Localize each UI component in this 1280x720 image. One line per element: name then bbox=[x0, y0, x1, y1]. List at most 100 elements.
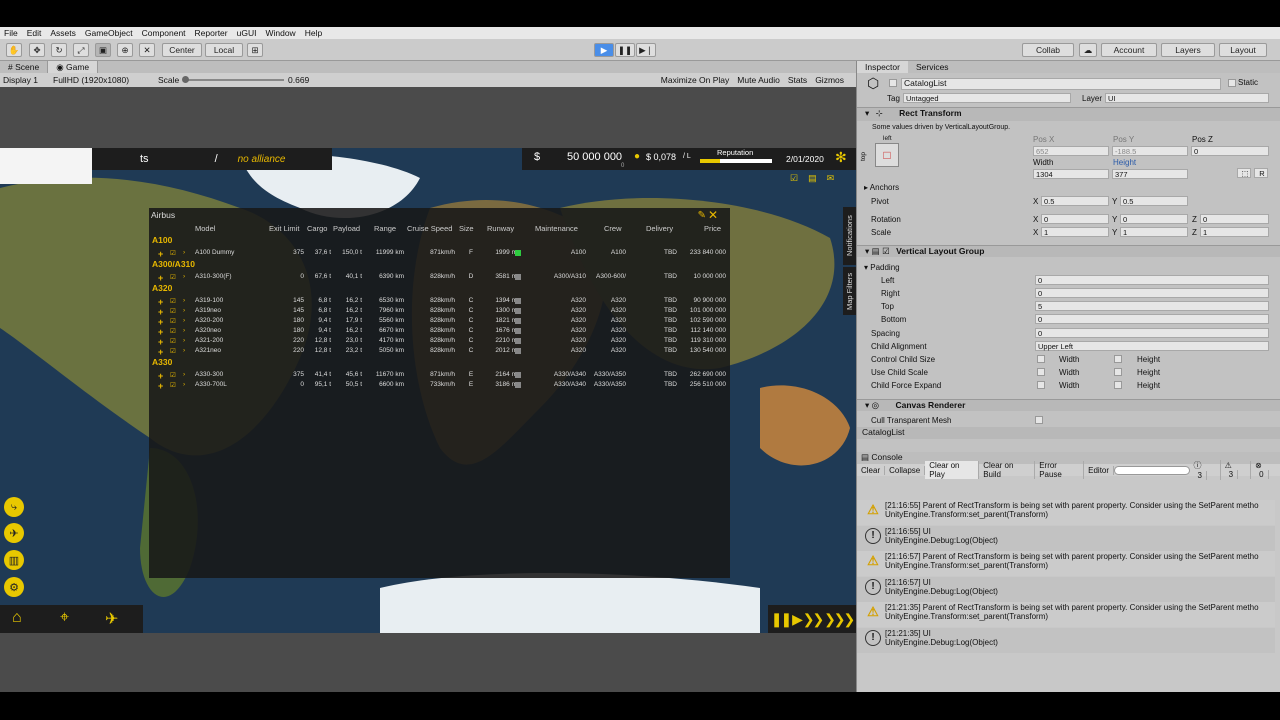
anchor-preset-button[interactable]: □ bbox=[875, 143, 899, 167]
edit-icon[interactable]: ☑ bbox=[170, 381, 176, 389]
padding-left-field[interactable]: 0 bbox=[1035, 275, 1269, 285]
pivot-y-field[interactable]: 0.5 bbox=[1120, 196, 1188, 206]
edit-icon[interactable]: ☑ bbox=[170, 273, 176, 281]
width-field[interactable]: 1304 bbox=[1033, 169, 1109, 179]
console-collapse-button[interactable]: Collapse bbox=[885, 465, 926, 475]
edit-icon[interactable]: ☑ bbox=[170, 347, 176, 355]
chevron-right-icon[interactable]: › bbox=[183, 327, 185, 334]
menu-item-reporter[interactable]: Reporter bbox=[195, 28, 228, 38]
add-plus-icon[interactable]: + bbox=[158, 249, 163, 259]
pivot-x-field[interactable]: 0.5 bbox=[1041, 196, 1109, 206]
menu-item-gameobject[interactable]: GameObject bbox=[85, 28, 133, 38]
game-view[interactable]: ts / no alliance $ 50 000 000 0 ● $ 0,07… bbox=[0, 87, 856, 692]
column-header-cargo[interactable]: Cargo bbox=[307, 224, 327, 233]
ctrl-width-checkbox[interactable] bbox=[1037, 355, 1045, 363]
table-row[interactable]: + ☑ › A320-200 180 9,4 t 17,9 t 5560 km 828km/h C… bbox=[149, 316, 730, 327]
tag-dropdown[interactable]: Untagged bbox=[903, 93, 1071, 103]
anchors-foldout[interactable]: ▸ Anchors bbox=[864, 183, 899, 192]
cloud-icon[interactable]: ☁ bbox=[1079, 43, 1097, 57]
table-row[interactable]: + ☑ › A321-200 220 12,8 t 23,0 t 4170 km 828km/h… bbox=[149, 336, 730, 347]
edit-icon[interactable]: ☑ bbox=[170, 371, 176, 379]
canvas-renderer-header[interactable]: ▾ ◎ Canvas Renderer bbox=[857, 399, 1280, 411]
edit-icon[interactable]: ☑ bbox=[170, 297, 176, 305]
book-icon[interactable]: ▥ bbox=[4, 550, 24, 570]
layers-dropdown[interactable]: Layers bbox=[1161, 43, 1215, 57]
table-row[interactable]: + ☑ › A100 Dummy 375 37,6 t 150,0 t 11999 km 871… bbox=[149, 248, 730, 259]
check-icon[interactable]: ☑ bbox=[790, 173, 798, 187]
console-clear-on-play-button[interactable]: Clear on Play bbox=[925, 461, 980, 479]
console-clear-on-build-button[interactable]: Clear on Build bbox=[979, 461, 1036, 479]
add-plus-icon[interactable]: + bbox=[158, 273, 163, 283]
pivot-local-button[interactable]: Local bbox=[205, 43, 243, 57]
tab-services[interactable]: Services bbox=[908, 61, 957, 73]
table-row[interactable]: + ☑ › A319-100 145 6,8 t 16,2 t 6530 km 828km/h C… bbox=[149, 296, 730, 307]
expand-width-checkbox[interactable] bbox=[1037, 381, 1045, 389]
menu-item-assets[interactable]: Assets bbox=[50, 28, 76, 38]
mail-icon[interactable]: ✉ bbox=[827, 173, 835, 187]
menu-item-ugui[interactable]: uGUI bbox=[237, 28, 257, 38]
column-header-model[interactable]: Model bbox=[195, 224, 215, 233]
move-tool-icon[interactable]: ✥ bbox=[29, 43, 45, 57]
factory-icon[interactable]: ⌂ bbox=[12, 609, 22, 627]
column-header-maintenance[interactable]: Maintenance bbox=[535, 224, 578, 233]
chevron-right-icon[interactable]: › bbox=[183, 337, 185, 344]
console-log-entry[interactable]: ! [21:21:35] UI UnityEngine.Debug:Log(Obje… bbox=[857, 627, 1275, 653]
menu-item-window[interactable]: Window bbox=[265, 28, 295, 38]
settings-gear-icon[interactable]: ✻ bbox=[835, 149, 847, 166]
mute-audio-toggle[interactable]: Mute Audio bbox=[737, 75, 780, 85]
posz-field[interactable]: 0 bbox=[1191, 146, 1269, 156]
column-header-exit-limit[interactable]: Exit Limit bbox=[269, 224, 299, 233]
console-log-entry[interactable]: ⚠ [21:21:35] Parent of RectTransform is b… bbox=[857, 602, 1275, 627]
pin-icon[interactable]: ✎ bbox=[698, 210, 706, 221]
table-row[interactable]: + ☑ › A330-300 375 41,4 t 45,6 t 11670 km 871km/… bbox=[149, 370, 730, 381]
rotation-x-field[interactable]: 0 bbox=[1041, 214, 1109, 224]
child-alignment-dropdown[interactable]: Upper Left bbox=[1035, 341, 1269, 351]
height-field[interactable]: 377 bbox=[1112, 169, 1188, 179]
table-row[interactable]: + ☑ › A310-300(F) 0 67,6 t 40,1 t 6390 km 828km/… bbox=[149, 272, 730, 283]
chevron-right-icon[interactable]: › bbox=[183, 317, 185, 324]
chevron-right-icon[interactable]: › bbox=[183, 347, 185, 354]
transform-tool-icon[interactable]: ⊕ bbox=[117, 43, 133, 57]
snap-icon[interactable]: ⊞ bbox=[247, 43, 263, 57]
vertical-layout-header[interactable]: ▾ ▤ ☑ Vertical Layout Group bbox=[857, 245, 1280, 257]
share-icon[interactable]: ⤷ bbox=[4, 497, 24, 517]
gizmos-dropdown[interactable]: Gizmos bbox=[815, 75, 844, 85]
step-button[interactable]: ▶❘ bbox=[636, 43, 656, 57]
table-row[interactable]: + ☑ › A330-700L 0 95,1 t 50,5 t 6600 km 733km/h E… bbox=[149, 380, 730, 391]
edit-icon[interactable]: ☑ bbox=[170, 307, 176, 315]
play-button[interactable]: ▶ bbox=[594, 43, 614, 57]
close-icon[interactable]: ✕ bbox=[708, 208, 718, 222]
chevron-right-icon[interactable]: › bbox=[183, 381, 185, 388]
scale-tool-icon[interactable]: ⤢ bbox=[73, 43, 89, 57]
layout-dropdown[interactable]: Layout bbox=[1219, 43, 1267, 57]
vlg-enabled-check-icon[interactable]: ☑ bbox=[882, 246, 890, 256]
tab-inspector[interactable]: Inspector bbox=[857, 61, 908, 73]
scale-y-field[interactable]: 1 bbox=[1120, 227, 1188, 237]
menu-item-file[interactable]: File bbox=[4, 28, 18, 38]
raw-edit-button[interactable]: R bbox=[1254, 168, 1268, 178]
add-plus-icon[interactable]: + bbox=[158, 347, 163, 357]
rotation-y-field[interactable]: 0 bbox=[1120, 214, 1188, 224]
chevron-right-icon[interactable]: › bbox=[183, 249, 185, 256]
rotation-z-field[interactable]: 0 bbox=[1200, 214, 1269, 224]
posy-field[interactable]: -188.5 bbox=[1112, 146, 1188, 156]
scale-width-checkbox[interactable] bbox=[1037, 368, 1045, 376]
menu-item-help[interactable]: Help bbox=[305, 28, 322, 38]
padding-foldout[interactable]: ▾ Padding bbox=[864, 263, 900, 272]
static-checkbox[interactable] bbox=[1228, 79, 1236, 87]
console-clear-button[interactable]: Clear bbox=[857, 465, 886, 475]
maximize-on-play-toggle[interactable]: Maximize On Play bbox=[661, 75, 730, 85]
scale-x-field[interactable]: 1 bbox=[1041, 227, 1109, 237]
resolution-dropdown[interactable]: FullHD (1920x1080) bbox=[53, 75, 158, 85]
console-log-entry[interactable]: ⚠ [21:16:55] Parent of RectTransform is b… bbox=[857, 500, 1275, 525]
chevron-right-icon[interactable]: › bbox=[183, 297, 185, 304]
console-search-input[interactable] bbox=[1114, 465, 1190, 475]
edit-icon[interactable]: ☑ bbox=[170, 317, 176, 325]
rect-transform-header[interactable]: ▾ ⊹ Rect Transform bbox=[857, 107, 1280, 121]
error-count[interactable]: ⊗ 0 bbox=[1251, 461, 1280, 479]
layer-dropdown[interactable]: UI bbox=[1105, 93, 1269, 103]
padding-right-field[interactable]: 0 bbox=[1035, 288, 1269, 298]
menu-item-component[interactable]: Component bbox=[142, 28, 186, 38]
console-log-entry[interactable]: ⚠ [21:16:57] Parent of RectTransform is b… bbox=[857, 551, 1275, 576]
map-filters-tab[interactable]: Map Filters bbox=[843, 267, 856, 315]
